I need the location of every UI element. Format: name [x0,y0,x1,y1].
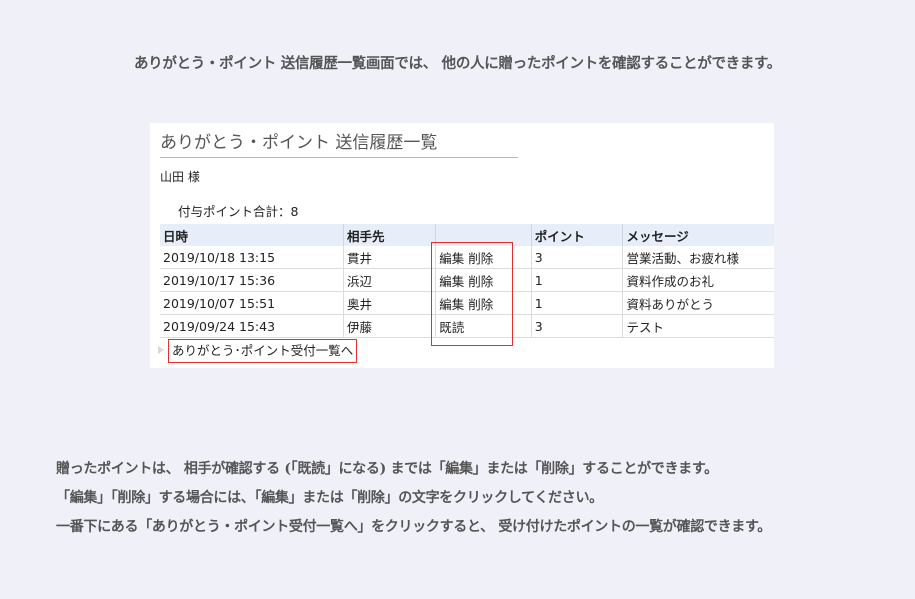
delete-link[interactable]: 削除 [468,251,493,266]
delete-link[interactable]: 削除 [468,297,493,312]
cell-recipient: 貫井 [343,246,437,269]
cell-datetime: 2019/10/17 15:36 [160,268,344,292]
column-header-datetime: 日時 [160,224,344,246]
table-row: 2019/10/18 13:15 貫井 編集 削除 3 営業活動、お疲れ様 [160,246,774,269]
cell-actions: 編集 削除 [435,246,532,269]
cell-message: 資料ありがとう [622,291,774,315]
cell-datetime: 2019/10/18 13:15 [160,246,344,269]
cell-actions: 編集 削除 [435,268,532,292]
cell-points: 3 [531,246,624,269]
note-line: 一番下にある「ありがとう・ポイント受付一覧へ」をクリックすると、 受け付けたポイ… [56,519,772,535]
intro-text: ありがとう・ポイント 送信履歴一覧画面では、 他の人に贈ったポイントを確認するこ… [133,55,782,72]
page-title: ありがとう・ポイント 送信履歴一覧 [160,128,518,158]
explanation-notes: 贈ったポイントは、 相手が確認する (「既読」になる) までは「編集」または「削… [56,458,906,545]
table-header-row: 日時 相手先 ポイント メッセージ [160,224,774,246]
note-line: 贈ったポイントは、 相手が確認する (「既読」になる) までは「編集」または「削… [56,461,718,477]
cell-actions: 編集 削除 [435,291,532,315]
cell-points: 3 [531,314,624,338]
read-status: 既読 [439,319,465,335]
cell-datetime: 2019/10/07 15:51 [160,291,344,315]
edit-link[interactable]: 編集 [439,274,464,289]
cell-message: 資料作成のお礼 [622,268,774,292]
column-header-actions [435,224,532,246]
user-name: 山田 様 [160,170,200,184]
history-table: 日時 相手先 ポイント メッセージ 2019/10/18 13:15 貫井 編集… [160,224,774,338]
column-header-recipient: 相手先 [343,224,437,246]
table-row: 2019/09/24 15:43 伊藤 既読 3 テスト [160,314,774,338]
total-points: 付与ポイント合計：8 [178,204,299,219]
column-header-message: メッセージ [622,224,774,246]
cell-message: テスト [622,314,774,338]
cell-recipient: 浜辺 [343,268,437,292]
cell-points: 1 [531,268,624,292]
cell-message: 営業活動、お疲れ様 [622,246,774,269]
delete-link[interactable]: 削除 [468,274,493,289]
send-history-panel: ありがとう・ポイント 送信履歴一覧 山田 様 付与ポイント合計：8 日時 相手先… [150,123,774,368]
cell-actions: 既読 [435,314,532,338]
edit-link[interactable]: 編集 [439,251,464,266]
cell-datetime: 2019/09/24 15:43 [160,314,344,338]
cell-recipient: 伊藤 [343,314,437,338]
edit-link[interactable]: 編集 [439,297,464,312]
received-list-link[interactable]: ありがとう･ポイント受付一覧へ [168,339,358,363]
table-row: 2019/10/17 15:36 浜辺 編集 削除 1 資料作成のお礼 [160,268,774,292]
cell-points: 1 [531,291,624,315]
note-line: 「編集」「削除」する場合には、「編集」または「削除」の文字をクリックしてください… [56,490,603,506]
arrow-right-icon [158,346,164,354]
cell-recipient: 奥井 [343,291,437,315]
column-header-points: ポイント [531,224,624,246]
table-row: 2019/10/07 15:51 奥井 編集 削除 1 資料ありがとう [160,291,774,315]
